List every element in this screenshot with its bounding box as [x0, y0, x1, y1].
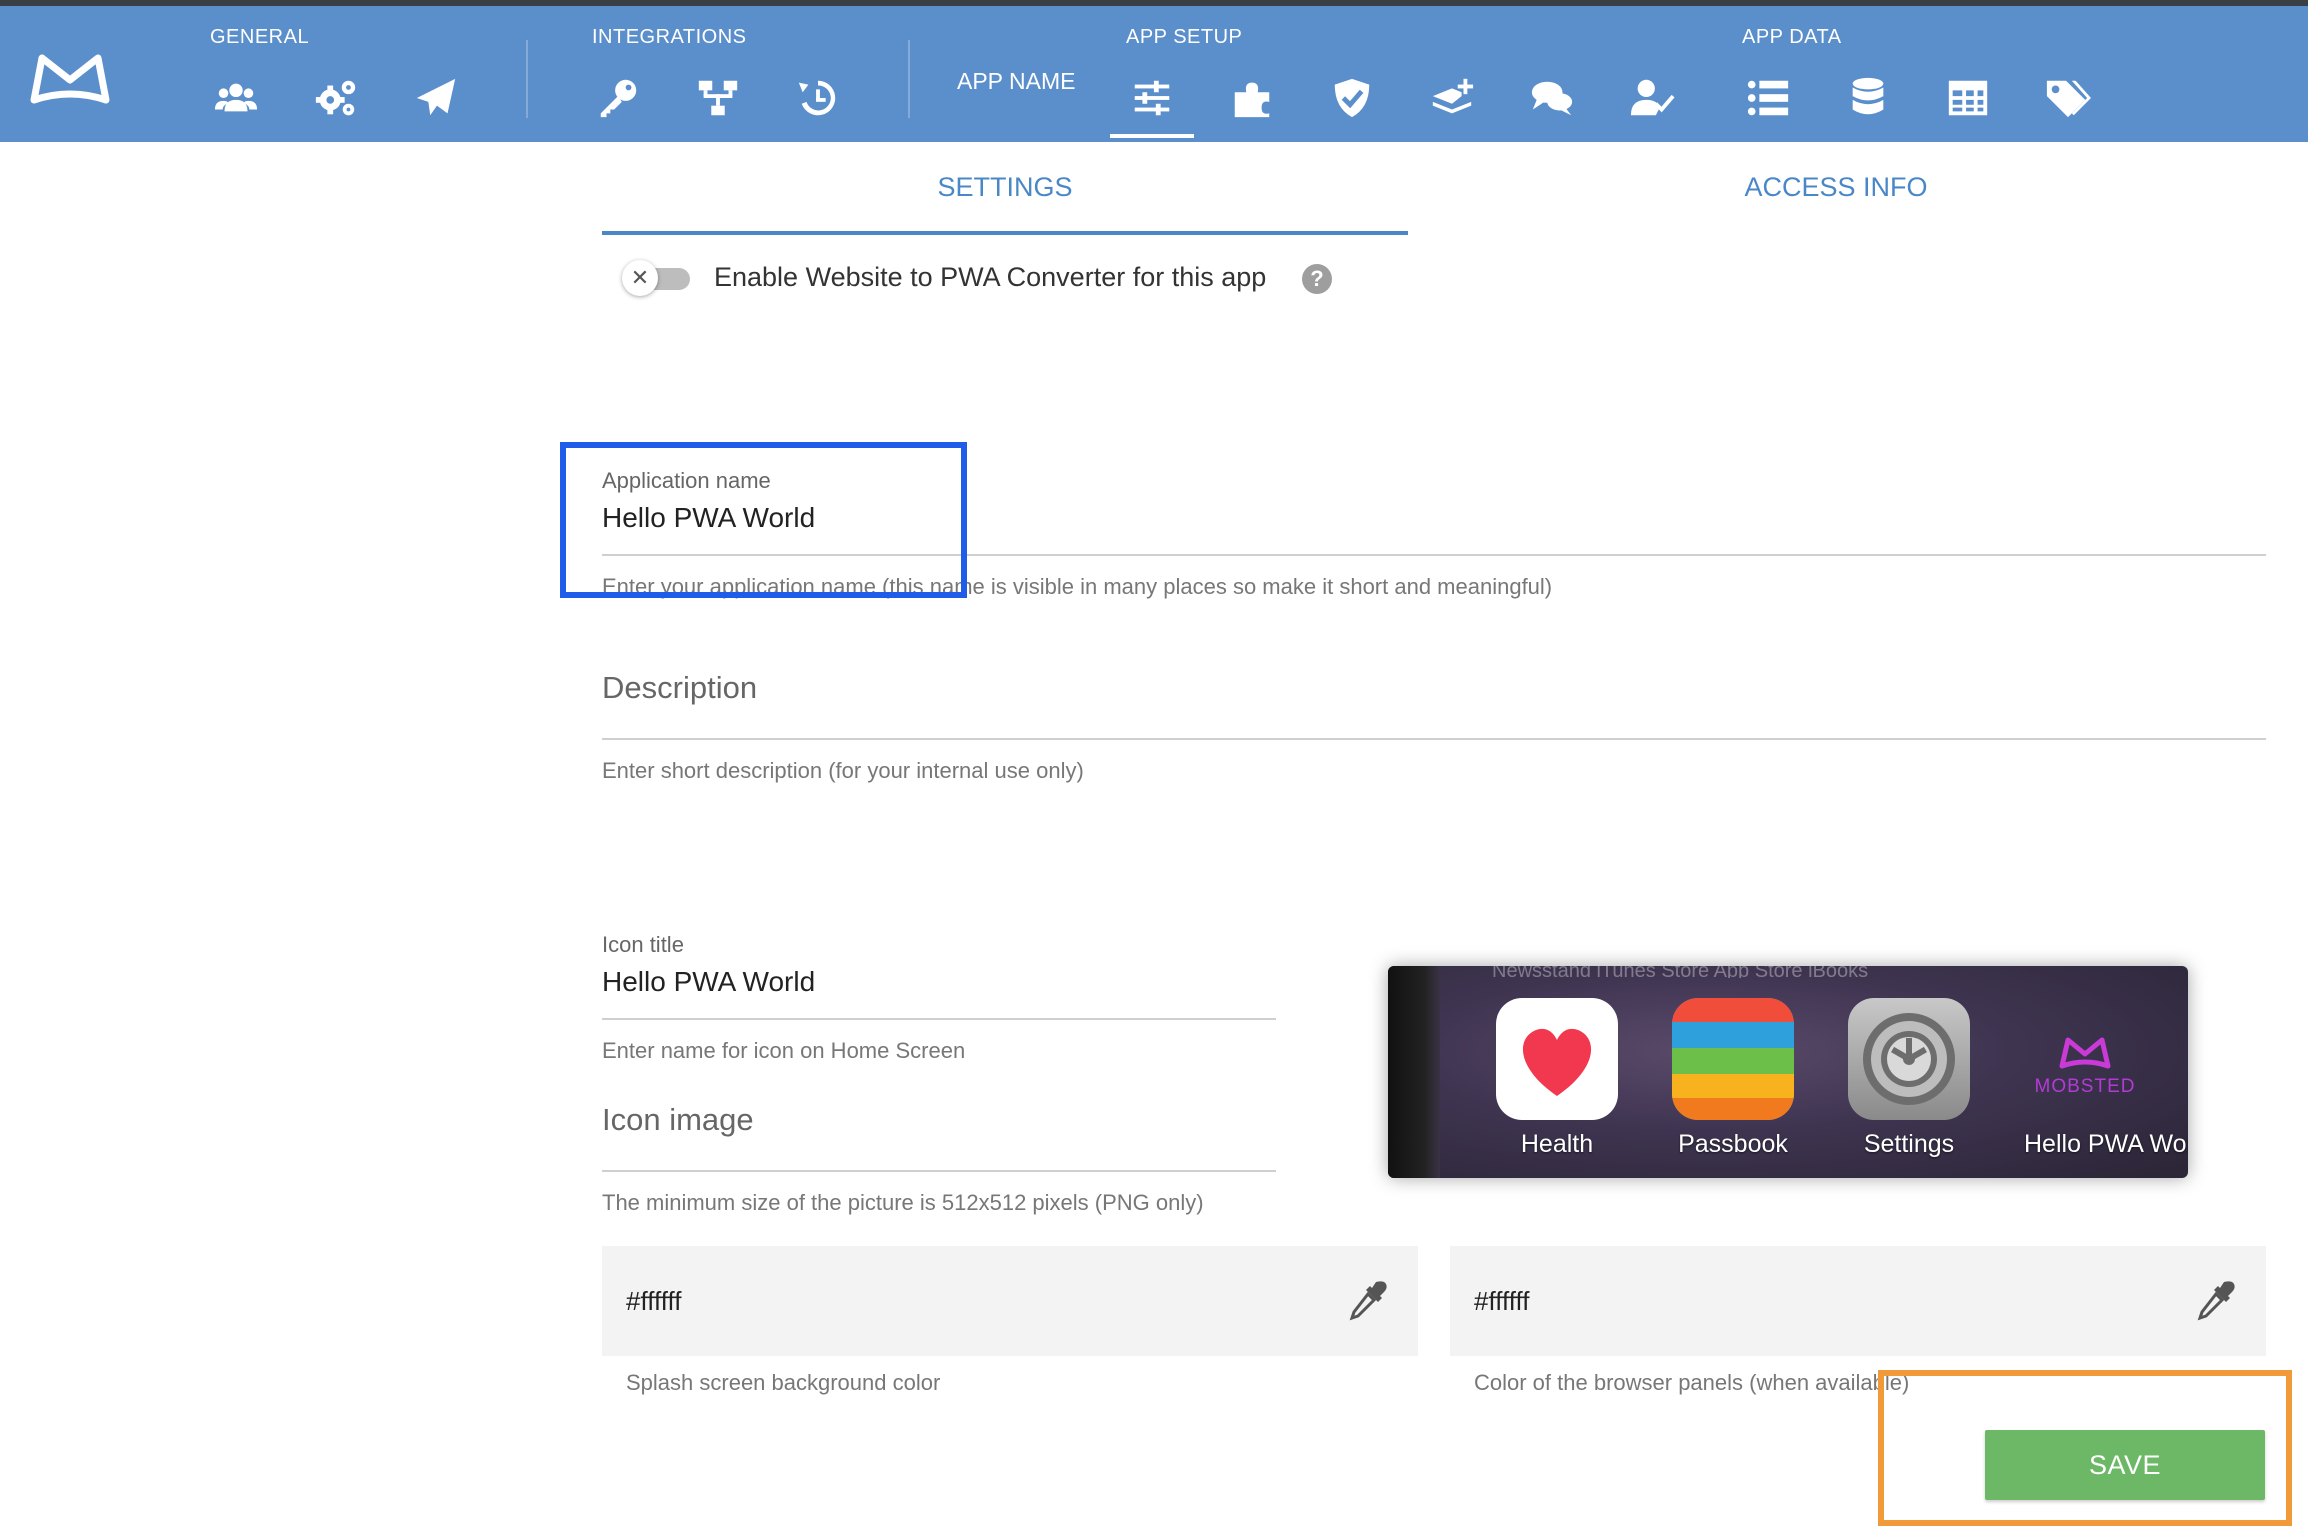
passbook-icon: [1672, 998, 1794, 1120]
chat-icon[interactable]: [1522, 68, 1582, 128]
nav-section-general: GENERAL: [210, 26, 310, 48]
layers-plus-icon[interactable]: [1422, 68, 1482, 128]
cogs-icon[interactable]: [306, 68, 366, 128]
description-hint: Enter short description (for your intern…: [602, 758, 1084, 783]
shield-check-icon[interactable]: [1322, 68, 1382, 128]
browser-color-value: #ffffff: [1474, 1286, 1530, 1316]
preview-app-settings: Settings: [1848, 998, 1970, 1159]
nav-section-integrations: INTEGRATIONS: [592, 26, 747, 48]
icon-title-input[interactable]: Hello PWA World: [602, 966, 815, 998]
preview-app-passbook: Passbook: [1672, 998, 1794, 1159]
icon-title-label: Icon title: [602, 932, 684, 957]
home-screen-preview: Newsstand iTunes Store App Store iBooks …: [1388, 966, 2188, 1178]
active-tab-indicator: [602, 231, 1408, 235]
preview-app-health: Health: [1496, 998, 1618, 1159]
list-icon[interactable]: [1738, 68, 1798, 128]
app-name-underline: [602, 554, 2266, 556]
icon-title-hint: Enter name for icon on Home Screen: [602, 1038, 966, 1063]
sitemap-icon[interactable]: [688, 68, 748, 128]
key-icon[interactable]: [588, 68, 648, 128]
users-icon[interactable]: [206, 68, 266, 128]
heart-icon: [1496, 998, 1618, 1120]
mobsted-app-icon: MOBSTED: [2024, 998, 2146, 1120]
icon-image-input[interactable]: Icon image: [602, 1102, 754, 1138]
splash-color-value: #ffffff: [626, 1286, 682, 1316]
mobsted-logo-icon[interactable]: [28, 48, 112, 108]
nav-separator: [908, 40, 910, 118]
app-name-label: Application name: [602, 468, 771, 493]
description-underline: [602, 738, 2266, 740]
splash-color-input[interactable]: #ffffff: [602, 1246, 1418, 1356]
nav-section-app-setup: APP SETUP: [1126, 26, 1243, 48]
close-icon: ✕: [622, 260, 658, 296]
device-edge: [1388, 966, 1440, 1178]
top-nav-bar: GENERAL INTEGRATIONS APP SETUP APP DATA …: [0, 0, 2308, 142]
preview-app-label: Passbook: [1678, 1130, 1788, 1158]
save-button[interactable]: SAVE: [1985, 1430, 2265, 1500]
icon-image-underline: [602, 1170, 1276, 1172]
table-icon[interactable]: [1938, 68, 1998, 128]
app-name-hint: Enter your application name (this name i…: [602, 574, 1553, 599]
tab-settings[interactable]: SETTINGS: [602, 172, 1408, 203]
database-icon[interactable]: [1838, 68, 1898, 128]
active-nav-indicator: [1110, 134, 1194, 138]
browser-color-hint: Color of the browser panels (when availa…: [1474, 1370, 1910, 1395]
history-icon[interactable]: [788, 68, 848, 128]
browser-color-input[interactable]: #ffffff: [1450, 1246, 2266, 1356]
paper-plane-icon[interactable]: [406, 68, 466, 128]
splash-color-hint: Splash screen background color: [626, 1370, 941, 1395]
help-icon[interactable]: ?: [1302, 264, 1332, 294]
tags-icon[interactable]: [2038, 68, 2098, 128]
pwa-converter-toggle[interactable]: ✕: [622, 260, 692, 296]
nav-section-app-data: APP DATA: [1742, 26, 1842, 48]
description-input[interactable]: Description: [602, 670, 757, 706]
sliders-icon[interactable]: [1122, 68, 1182, 128]
icon-image-hint: The minimum size of the picture is 512x5…: [602, 1190, 1204, 1215]
mobsted-logo-text: MOBSTED: [2034, 1076, 2136, 1097]
eyedropper-icon[interactable]: [2194, 1278, 2238, 1322]
preview-app-label: Hello PWA World: [2024, 1130, 2188, 1158]
preview-top-row: Newsstand iTunes Store App Store iBooks: [1492, 966, 1869, 978]
preview-app-label: Health: [1520, 1130, 1594, 1158]
pwa-toggle-label: Enable Website to PWA Converter for this…: [714, 262, 1267, 292]
preview-app-hello-pwa: MOBSTED Hello PWA World: [2024, 998, 2188, 1159]
icon-title-underline: [602, 1018, 1276, 1020]
eyedropper-icon[interactable]: [1346, 1278, 1390, 1322]
settings-gear-icon: [1848, 998, 1970, 1120]
user-check-icon[interactable]: [1622, 68, 1682, 128]
tab-access-info[interactable]: ACCESS INFO: [1430, 172, 2242, 203]
app-name-input[interactable]: Hello PWA World: [602, 502, 815, 534]
preview-app-label: Settings: [1863, 1130, 1955, 1158]
puzzle-icon[interactable]: [1222, 68, 1282, 128]
nav-separator: [526, 40, 528, 118]
app-name-nav-link[interactable]: APP NAME: [957, 68, 1075, 95]
